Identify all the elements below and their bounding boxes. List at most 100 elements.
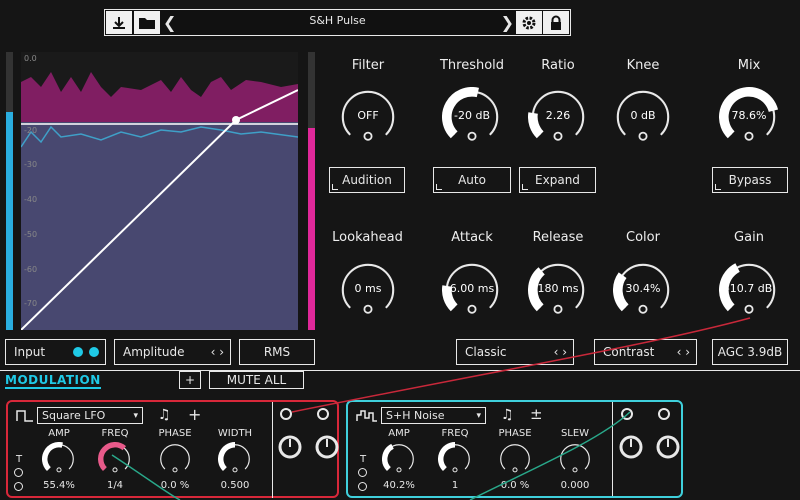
add-modulator-button[interactable]: +: [179, 371, 201, 389]
modulation-title: MODULATION: [5, 373, 101, 389]
contrast-selector[interactable]: Contrast ‹ ›: [594, 339, 697, 365]
mod2-phase-knob[interactable]: [498, 442, 532, 476]
mod2-depth-knob[interactable]: [614, 430, 648, 464]
mod2-output-jack[interactable]: [621, 408, 633, 420]
rms-button[interactable]: RMS: [239, 339, 315, 365]
mod2-output-jack-2[interactable]: [658, 408, 670, 420]
gain-knob[interactable]: -10.7 dB: [719, 260, 779, 320]
mod2-param-label: AMP: [388, 428, 410, 439]
chevron-right-icon[interactable]: ❯: [501, 13, 514, 32]
knob-indicator: [572, 467, 578, 473]
mod2-freq-knob[interactable]: [438, 442, 472, 476]
attack-value: 6.00 ms: [449, 282, 495, 295]
tempo-sync-icon[interactable]: ♫: [158, 407, 171, 423]
ratio-value: 2.26: [545, 109, 571, 122]
audition-button[interactable]: Audition: [329, 167, 405, 193]
release-knob[interactable]: 180 ms: [528, 260, 588, 320]
toggle-corner-icon: [332, 184, 338, 190]
compressor-graph[interactable]: 0.0 -20 -30 -40 -50 -60 -70: [21, 52, 298, 330]
filter-knob[interactable]: OFF: [338, 87, 398, 147]
mod1-type-label: Square LFO: [42, 409, 106, 422]
db-tick: -70: [24, 299, 38, 308]
input-right-dot[interactable]: [89, 347, 99, 357]
mod2-divider: [612, 402, 613, 496]
chevrons-icon[interactable]: ‹ ›: [554, 345, 567, 359]
mod2-depth-knob-2[interactable]: [651, 430, 685, 464]
attack-label: Attack: [451, 230, 493, 245]
color-value: 30.4%: [625, 282, 661, 295]
preset-name[interactable]: S&H Pulse: [185, 14, 490, 27]
mod2-slew-knob[interactable]: [558, 442, 592, 476]
dropdown-icon: ▾: [133, 410, 138, 421]
agc-label: AGC 3.9dB: [717, 345, 783, 359]
mod2-type-selector[interactable]: S+H Noise ▾: [381, 407, 486, 424]
color-knob[interactable]: 30.4%: [613, 260, 673, 320]
mute-all-button[interactable]: MUTE ALL: [209, 371, 304, 389]
knob-fill: [438, 442, 456, 472]
knee-label: Knee: [626, 58, 660, 73]
chevron-left-icon[interactable]: ❮: [163, 13, 176, 32]
knob-indicator: [56, 467, 62, 473]
input-selector[interactable]: Input: [5, 339, 106, 365]
knob-indicator: [744, 304, 754, 314]
auto-button[interactable]: Auto: [433, 167, 511, 193]
trigger-jack-2[interactable]: [358, 482, 367, 491]
mod1-output-jack-2[interactable]: [317, 408, 329, 420]
dropdown-icon: ▾: [476, 410, 481, 421]
amplitude-selector[interactable]: Amplitude ‹ ›: [114, 339, 231, 365]
bipolar-icon[interactable]: +: [188, 405, 201, 424]
audition-label: Audition: [342, 173, 392, 187]
knob-indicator: [638, 304, 648, 314]
section-divider: [0, 370, 800, 371]
chevrons-icon[interactable]: ‹ ›: [211, 345, 224, 359]
input-left-dot[interactable]: [73, 347, 83, 357]
knee-knob[interactable]: 0 dB: [613, 87, 673, 147]
mod2-param-value: 40.2%: [383, 480, 415, 491]
bypass-button[interactable]: Bypass: [712, 167, 788, 193]
mod1-phase-knob[interactable]: [158, 442, 192, 476]
mod2-param-value: 1: [451, 480, 459, 491]
knob-indicator: [452, 467, 458, 473]
mod2-amp-knob[interactable]: [382, 442, 416, 476]
ratio-knob[interactable]: 2.26: [528, 87, 588, 147]
trigger-jack-2[interactable]: [14, 482, 23, 491]
chevrons-icon[interactable]: ‹ ›: [677, 345, 690, 359]
classic-selector[interactable]: Classic ‹ ›: [456, 339, 574, 365]
gain-label: Gain: [734, 230, 764, 245]
save-icon[interactable]: [106, 11, 132, 34]
bipolar-icon[interactable]: ±: [530, 405, 543, 423]
mod1-type-selector[interactable]: Square LFO ▾: [37, 407, 143, 424]
mod1-param-label: FREQ: [101, 428, 129, 439]
trigger-jack[interactable]: [358, 468, 367, 477]
mix-knob[interactable]: 78.6%: [719, 87, 779, 147]
square-wave-icon: [16, 410, 33, 422]
mod1-depth-knob[interactable]: [273, 430, 307, 464]
mod1-param-label: PHASE: [158, 428, 192, 439]
rms-label: RMS: [263, 345, 291, 359]
trigger-jack[interactable]: [14, 468, 23, 477]
mod1-freq-knob[interactable]: [98, 442, 132, 476]
mod1-width-knob[interactable]: [218, 442, 252, 476]
attack-knob[interactable]: 6.00 ms: [442, 260, 502, 320]
gain-value: -10.7 dB: [725, 282, 773, 295]
mix-value: 78.6%: [731, 109, 767, 122]
tempo-sync-icon[interactable]: ♫: [501, 407, 514, 423]
lookahead-knob[interactable]: 0 ms: [338, 260, 398, 320]
expand-button[interactable]: Expand: [519, 167, 596, 193]
auto-label: Auto: [458, 173, 486, 187]
lock-icon[interactable]: [543, 11, 569, 34]
mod1-output-jack[interactable]: [280, 408, 292, 420]
mod1-depth-knob-2[interactable]: [310, 430, 344, 464]
output-meter: [308, 128, 315, 330]
knob-fill: [218, 442, 236, 472]
threshold-knob[interactable]: -20 dB: [442, 87, 502, 147]
db-tick-0: 0.0: [24, 54, 37, 63]
gear-icon[interactable]: [516, 11, 542, 34]
agc-button[interactable]: AGC 3.9dB: [712, 339, 788, 365]
mod1-amp-knob[interactable]: [42, 442, 76, 476]
folder-icon[interactable]: [134, 11, 160, 34]
knob-track: [160, 444, 190, 470]
ratio-label: Ratio: [541, 58, 575, 73]
mod1-param-value: 0.0 %: [160, 480, 190, 491]
modulator-2: S+H Noise ▾ ♫ ± T AMP 40.2% FREQ 1 PHASE 0.0 …: [346, 400, 683, 498]
